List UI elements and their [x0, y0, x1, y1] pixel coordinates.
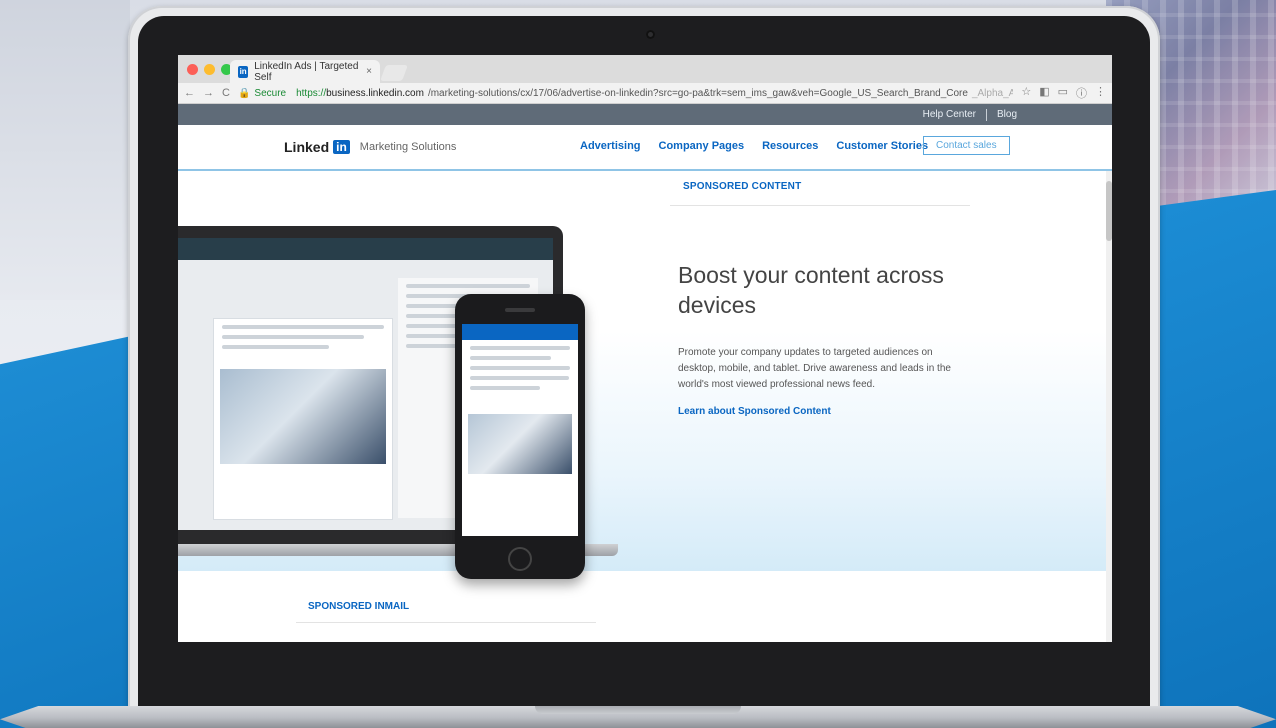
- scrollbar-thumb[interactable]: [1106, 181, 1112, 241]
- browser-addressbar: ← → C 🔒 Secure https:// business.linkedi…: [178, 83, 1112, 104]
- phone-home-button: [508, 547, 532, 571]
- next-section-divider: [296, 622, 596, 623]
- browser-tabbar: in LinkedIn Ads | Targeted Self ×: [178, 55, 1112, 83]
- phone-mockup-screen: [462, 324, 578, 536]
- minimize-window-button[interactable]: [204, 64, 215, 75]
- nav-advertising[interactable]: Advertising: [580, 140, 641, 152]
- logo-subtitle: Marketing Solutions: [359, 141, 457, 153]
- main-nav: Advertising Company Pages Resources Cust…: [580, 140, 928, 152]
- page-scrollbar[interactable]: [1106, 171, 1112, 642]
- window-controls: [187, 64, 232, 75]
- help-center-link[interactable]: Help Center: [923, 109, 976, 120]
- mockup-tablet-photo: [220, 369, 386, 464]
- site-header: Linked in Marketing Solutions Advertisin…: [178, 125, 1112, 171]
- star-bookmark-icon[interactable]: ☆: [1021, 85, 1031, 101]
- info-icon[interactable]: ⓘ: [1076, 85, 1087, 101]
- forward-arrow-icon[interactable]: →: [203, 87, 214, 99]
- blog-link[interactable]: Blog: [997, 109, 1017, 120]
- url-scheme: https://: [296, 87, 327, 99]
- address-bar-icons: ☆ ◧ ▭ ⓘ ⋮: [1021, 85, 1106, 101]
- mockup-card-text: [214, 325, 392, 349]
- main-content: SPONSORED CONTENT Boost your content acr…: [178, 171, 1112, 642]
- nav-customer-stories[interactable]: Customer Stories: [836, 140, 928, 152]
- section-label: SPONSORED CONTENT: [683, 181, 802, 192]
- url-path: /marketing-solutions/cx/17/06/advertise-…: [427, 87, 968, 99]
- laptop-base-notch: [535, 706, 741, 714]
- phone-mockup-text: [462, 346, 578, 390]
- nav-resources[interactable]: Resources: [762, 140, 818, 152]
- hero-body-text: Promote your company updates to targeted…: [678, 347, 951, 390]
- browser-tab-active[interactable]: in LinkedIn Ads | Targeted Self ×: [230, 60, 380, 83]
- lock-icon: 🔒: [237, 87, 251, 99]
- camera-icon: [646, 30, 655, 39]
- section-divider: [670, 205, 970, 206]
- url-tail: _Alpha_AllDevice_E...: [971, 87, 1014, 99]
- extension-icon[interactable]: ◧: [1039, 85, 1049, 101]
- menu-icon[interactable]: ⋮: [1095, 85, 1106, 101]
- utility-bar: Help Center Blog: [178, 104, 1112, 125]
- tab-title: LinkedIn Ads | Targeted Self: [254, 60, 359, 83]
- learn-more-link[interactable]: Learn about Sponsored Content: [678, 406, 831, 417]
- close-window-button[interactable]: [187, 64, 198, 75]
- linkedin-favicon-icon: in: [238, 65, 249, 78]
- phone-mockup-search-bar: [462, 324, 578, 340]
- url-field[interactable]: 🔒 Secure https:// business.linkedin.com …: [238, 88, 1013, 99]
- mockup-feed-card: [213, 318, 393, 520]
- linkedin-logo[interactable]: Linked in Marketing Solutions: [284, 139, 456, 155]
- laptop-screen: in LinkedIn Ads | Targeted Self × ← → C …: [178, 55, 1112, 642]
- phone-mockup-photo: [468, 414, 572, 474]
- nav-company-pages[interactable]: Company Pages: [659, 140, 745, 152]
- logo-in-badge: in: [333, 140, 350, 154]
- contact-sales-button[interactable]: Contact sales: [923, 136, 1010, 155]
- phone-mockup-image: [455, 294, 585, 579]
- next-section-label: SPONSORED INMAIL: [308, 601, 410, 612]
- mockup-navbar: [178, 238, 553, 260]
- secure-label: Secure: [254, 87, 287, 99]
- hero-headline: Boost your content across devices: [678, 262, 944, 318]
- url-host: business.linkedin.com: [326, 87, 424, 99]
- back-arrow-icon[interactable]: ←: [184, 87, 195, 99]
- cast-icon[interactable]: ▭: [1058, 85, 1068, 101]
- utility-divider: [985, 108, 987, 121]
- phone-speaker: [505, 308, 535, 312]
- tab-close-icon[interactable]: ×: [366, 66, 372, 77]
- background-haze: [0, 0, 130, 300]
- logo-text: Linked: [284, 139, 330, 155]
- new-tab-button[interactable]: [380, 65, 408, 81]
- reload-icon[interactable]: C: [222, 87, 230, 99]
